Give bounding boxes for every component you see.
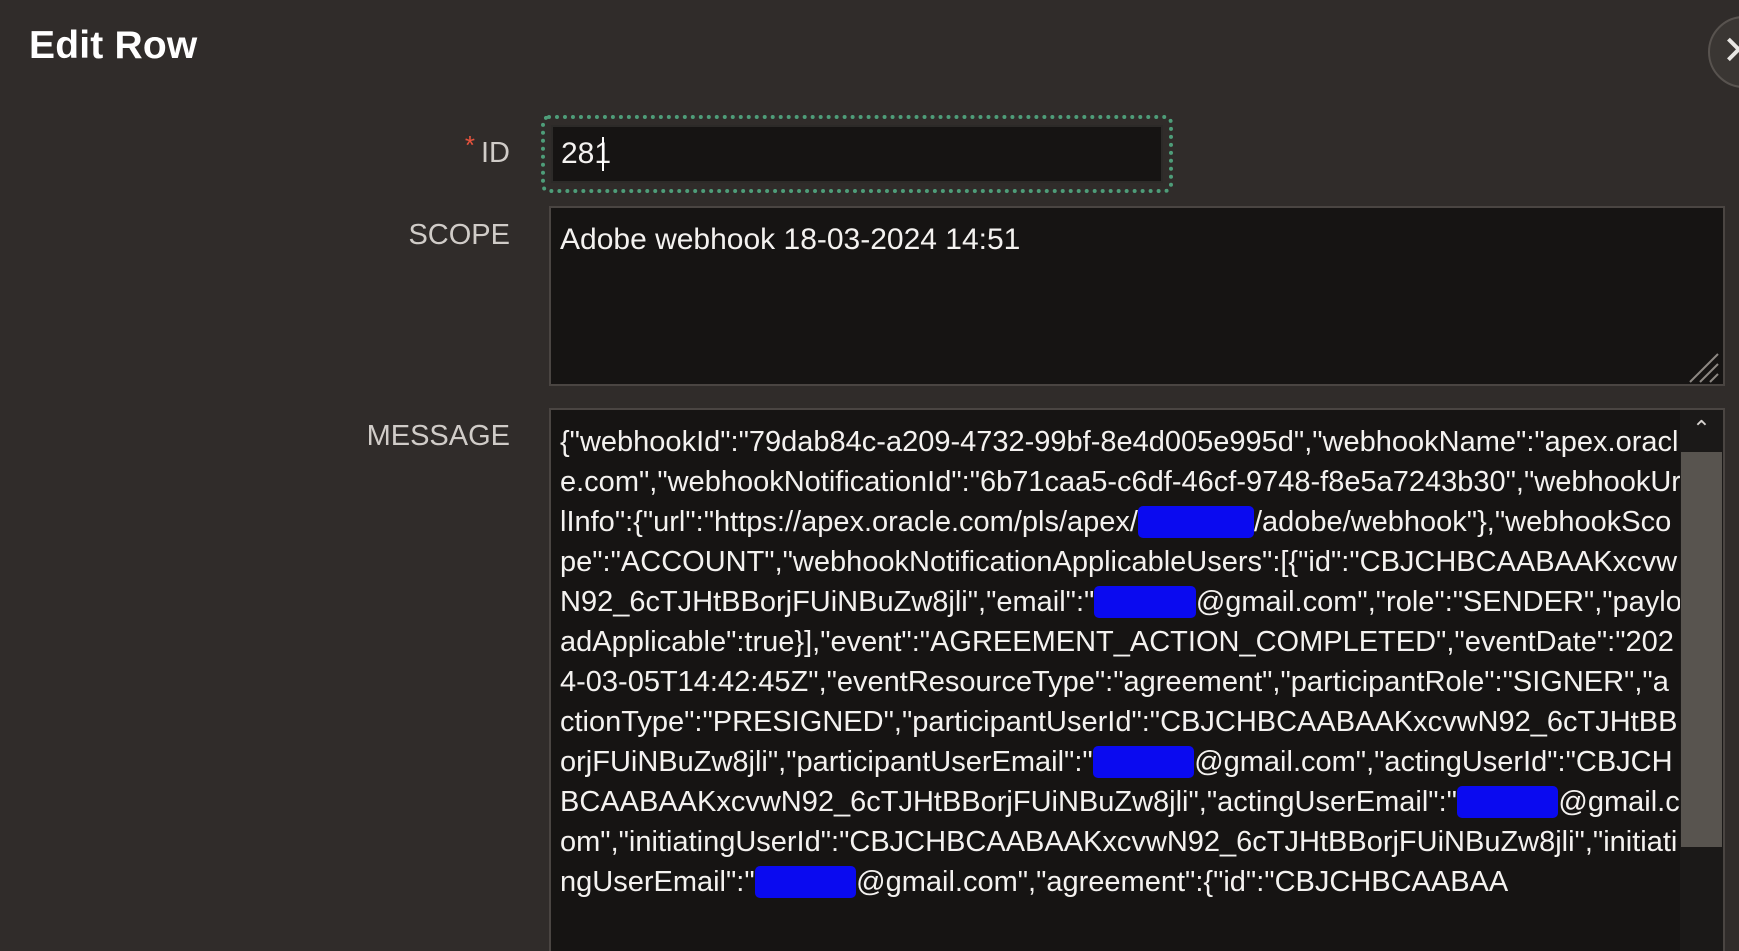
- scrollbar-thumb[interactable]: [1681, 452, 1722, 847]
- dialog-title: Edit Row: [29, 24, 198, 67]
- redacted-text: xxxxxxx: [754, 866, 857, 898]
- id-label: * ID: [465, 130, 510, 170]
- close-icon: ✕: [1722, 29, 1739, 73]
- message-textarea[interactable]: {"webhookId":"79dab84c-a209-4732-99bf-8e…: [549, 408, 1725, 951]
- redacted-text: xxxxxxxx: [1137, 506, 1254, 538]
- scroll-up-icon[interactable]: ⌃: [1680, 412, 1723, 446]
- text-caret: [602, 137, 604, 171]
- id-input[interactable]: [551, 125, 1163, 183]
- edit-row-dialog: Edit Row ✕ *ID SCOPE Adobe webhook 18-03…: [0, 0, 1739, 951]
- id-label-text: ID: [481, 137, 510, 169]
- scope-label: SCOPE: [408, 219, 510, 251]
- redacted-text: xxxxxxx: [1456, 786, 1559, 818]
- scope-textarea[interactable]: Adobe webhook 18-03-2024 14:51: [549, 206, 1725, 386]
- resize-grip-icon[interactable]: [1686, 350, 1720, 384]
- redacted-text: xxxxxxx: [1092, 746, 1195, 778]
- close-button[interactable]: ✕: [1708, 16, 1739, 88]
- redacted-text: xxxxxxx: [1094, 586, 1196, 618]
- message-label: MESSAGE: [366, 420, 510, 452]
- required-indicator: *: [464, 130, 475, 160]
- message-text: @gmail.com","agreement":{"id":"CBJCHBCAA…: [856, 866, 1509, 898]
